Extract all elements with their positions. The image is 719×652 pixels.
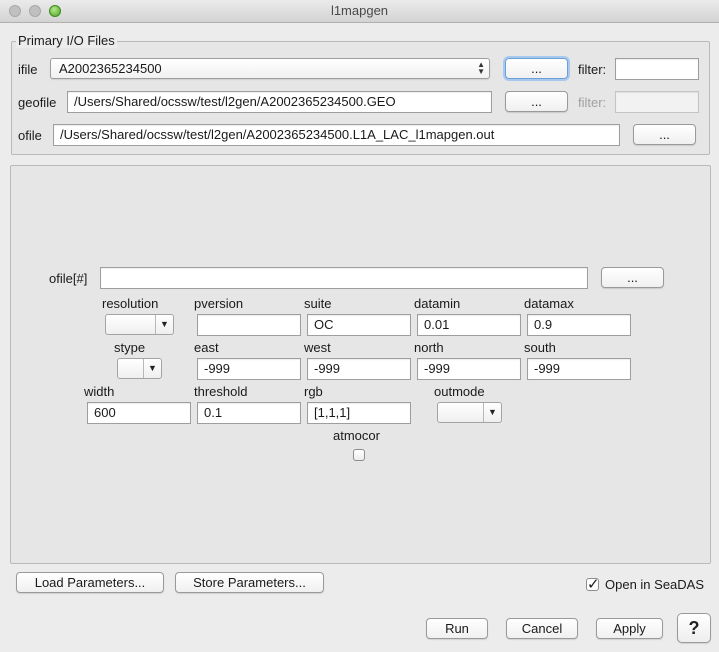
chevron-down-icon: ▼ <box>143 359 161 378</box>
outmode-label: outmode <box>434 384 485 399</box>
threshold-label: threshold <box>194 384 248 399</box>
chevron-down-icon: ▼ <box>483 403 501 422</box>
pversion-label: pversion <box>194 296 244 311</box>
rgb-label: rgb <box>304 384 323 399</box>
width-input[interactable]: 600 <box>87 402 191 424</box>
stype-select[interactable]: ▼ <box>117 358 162 379</box>
apply-button[interactable]: Apply <box>596 618 663 639</box>
open-in-seadas-checkbox[interactable]: ✓ <box>586 576 600 593</box>
store-parameters-button[interactable]: Store Parameters... <box>175 572 324 593</box>
datamax-label: datamax <box>524 296 574 311</box>
ofile-multi-label: ofile[#] <box>49 271 88 286</box>
datamax-input[interactable]: 0.9 <box>527 314 631 336</box>
geofile-label: geofile <box>18 95 57 110</box>
ifile-browse-button[interactable]: ... <box>505 58 568 79</box>
ifile-label: ifile <box>18 62 38 77</box>
rgb-input[interactable]: [1,1,1] <box>307 402 411 424</box>
geofile-browse-button[interactable]: ... <box>505 91 568 112</box>
threshold-input[interactable]: 0.1 <box>197 402 301 424</box>
ofile-input[interactable]: /Users/Shared/ocssw/test/l2gen/A20023652… <box>53 124 620 146</box>
suite-label: suite <box>304 296 332 311</box>
updown-arrows-icon: ▲ ▼ <box>477 60 485 76</box>
chevron-down-icon: ▼ <box>155 315 173 334</box>
ifile-select-value: A2002365234500 <box>59 61 162 76</box>
geofile-filter-input <box>615 91 699 113</box>
help-button[interactable]: ? <box>677 613 711 643</box>
atmocor-checkbox[interactable] <box>353 449 365 461</box>
checkmark-icon: ✓ <box>587 576 600 593</box>
load-parameters-button[interactable]: Load Parameters... <box>16 572 164 593</box>
geofile-filter-label: filter: <box>578 95 607 110</box>
south-label: south <box>524 340 556 355</box>
atmocor-label: atmocor <box>333 428 380 443</box>
outmode-select[interactable]: ▼ <box>437 402 502 423</box>
north-input[interactable]: -999 <box>417 358 521 380</box>
south-input[interactable]: -999 <box>527 358 631 380</box>
cancel-button[interactable]: Cancel <box>506 618 578 639</box>
filter-label: filter: <box>578 62 607 77</box>
pversion-input[interactable] <box>197 314 301 336</box>
west-input[interactable]: -999 <box>307 358 411 380</box>
suite-input[interactable]: OC <box>307 314 411 336</box>
north-label: north <box>414 340 444 355</box>
ofile-label: ofile <box>18 128 42 143</box>
title-bar: l1mapgen <box>0 0 719 23</box>
filter-input[interactable] <box>615 58 699 80</box>
datamin-input[interactable]: 0.01 <box>417 314 521 336</box>
geofile-input[interactable]: /Users/Shared/ocssw/test/l2gen/A20023652… <box>67 91 492 113</box>
stype-label: stype <box>114 340 146 355</box>
datamin-label: datamin <box>414 296 461 311</box>
ofile-multi-browse-button[interactable]: ... <box>601 267 664 288</box>
run-button[interactable]: Run <box>426 618 488 639</box>
width-label: width <box>84 384 115 399</box>
resolution-label: resolution <box>102 296 159 311</box>
east-input[interactable]: -999 <box>197 358 301 380</box>
ofile-browse-button[interactable]: ... <box>633 124 696 145</box>
window-title: l1mapgen <box>330 3 389 18</box>
west-label: west <box>304 340 331 355</box>
primary-io-legend: Primary I/O Files <box>16 33 117 48</box>
east-label: east <box>194 340 219 355</box>
ofile-multi-input[interactable] <box>100 267 588 289</box>
resolution-select[interactable]: ▼ <box>105 314 174 335</box>
ifile-select[interactable]: A2002365234500 ▲ ▼ <box>50 58 490 79</box>
open-in-seadas-label[interactable]: Open in SeaDAS <box>605 577 704 592</box>
